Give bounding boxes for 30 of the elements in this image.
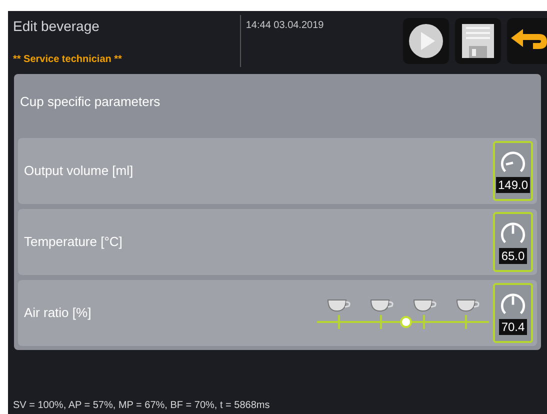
cup-icon xyxy=(370,297,394,313)
cup-icon xyxy=(326,297,350,313)
datetime: 14:44 03.04.2019 xyxy=(246,19,325,33)
status-text: SV = 100%, AP = 57%, MP = 67%, BF = 70%, t = 5868ms xyxy=(13,399,270,413)
slider-thumb[interactable] xyxy=(400,316,412,328)
dial-icon xyxy=(499,149,527,175)
screen-title: Edit beverage xyxy=(13,17,100,35)
parameter-label: Temperature [°C] xyxy=(24,233,122,252)
dial-control[interactable]: 70.4 xyxy=(493,283,533,343)
panel-title: Cup specific parameters xyxy=(19,93,162,111)
cup-icon xyxy=(456,297,480,313)
play-icon xyxy=(408,23,444,59)
parameter-row[interactable]: Air ratio [%] 70.4 xyxy=(18,280,537,346)
value-display: 149.0 xyxy=(496,177,530,193)
value-display: 65.0 xyxy=(499,248,527,264)
play-button[interactable] xyxy=(403,18,449,64)
save-button[interactable] xyxy=(455,18,501,64)
value-display: 70.4 xyxy=(499,319,527,335)
cup-icon xyxy=(412,297,436,313)
parameter-row[interactable]: Temperature [°C] 65.0 xyxy=(18,209,537,275)
dial-control[interactable]: 149.0 xyxy=(493,141,533,201)
user-role: ** Service technician ** xyxy=(13,53,123,67)
parameter-label: Output volume [ml] xyxy=(24,162,134,180)
slider-track[interactable] xyxy=(317,315,489,329)
parameter-row[interactable]: Output volume [ml] 149.0 xyxy=(18,138,537,204)
dial-icon xyxy=(499,291,527,317)
dial-icon xyxy=(499,220,527,246)
parameter-label: Air ratio [%] xyxy=(24,304,92,322)
dial-control[interactable]: 65.0 xyxy=(493,212,533,272)
back-button[interactable] xyxy=(507,18,547,64)
